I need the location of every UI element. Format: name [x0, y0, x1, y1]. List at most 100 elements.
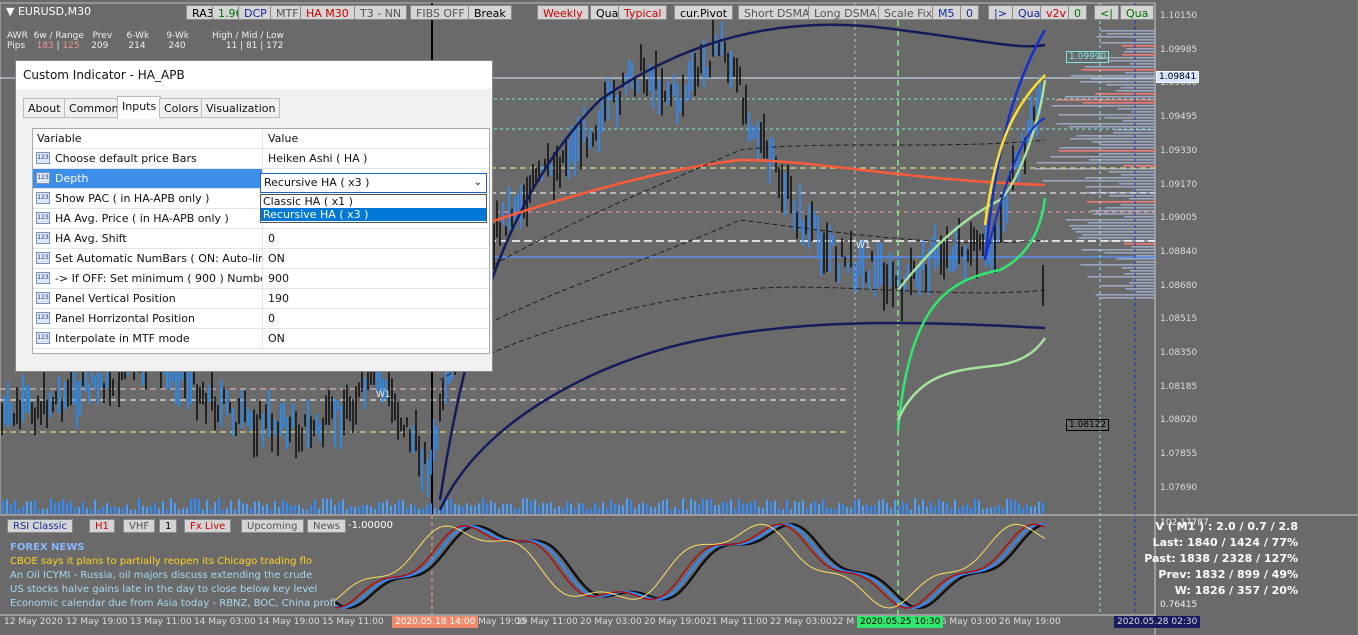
- toolbar-button-22[interactable]: Qua: [1120, 5, 1155, 20]
- header-value[interactable]: Value: [263, 129, 489, 148]
- inputs-grid: Variable Value Choose default price Bars…: [32, 128, 490, 354]
- stats-header: AWR 6w / Range Prev 6-Wk 9-Wk High / Mid…: [7, 31, 284, 41]
- toolbar-button-7[interactable]: Break: [468, 5, 512, 20]
- news-item[interactable]: CBOE says it plans to partially reopen i…: [10, 556, 312, 567]
- collapse-triangle-icon[interactable]: ▼: [6, 5, 18, 18]
- toolbar-button-16[interactable]: 0: [960, 5, 979, 20]
- tab-colors[interactable]: Colors: [159, 98, 204, 118]
- input-value[interactable]: 0: [263, 309, 489, 328]
- input-value[interactable]: 190: [263, 289, 489, 308]
- input-row[interactable]: Interpolate in MTF mode 123 ON: [33, 329, 489, 349]
- tab-inputs[interactable]: Inputs: [117, 96, 162, 119]
- header-variable[interactable]: Variable: [33, 129, 263, 148]
- depth-option-classic[interactable]: Classic HA ( x1 ): [261, 195, 486, 208]
- stats-values: Pips 183 | 125 209 214 240 11 | 81 | 172: [7, 41, 284, 51]
- toolbar-button-2[interactable]: DCP: [238, 5, 273, 20]
- time-marker-mid: 2020.05.25 10:30: [857, 616, 944, 628]
- number-param-icon: 123: [36, 152, 50, 164]
- number-param-icon: 123: [36, 252, 50, 264]
- toolbar-button-15[interactable]: M5: [932, 5, 961, 20]
- toolbar-button-6[interactable]: FIBS OFF: [410, 5, 471, 20]
- time-tick: 19 May 11:00: [516, 617, 578, 627]
- sub-button-4[interactable]: Fx Live: [184, 519, 232, 533]
- price-tick: 1.07690: [1160, 482, 1198, 493]
- number-param-icon: 123: [36, 292, 50, 304]
- toolbar-button-8[interactable]: Weekly: [537, 5, 589, 20]
- input-value[interactable]: 0: [263, 229, 489, 248]
- input-row[interactable]: Panel Horrizontal Position 123 0: [33, 309, 489, 329]
- toolbar-button-4[interactable]: HA M30: [300, 5, 355, 20]
- toolbar-button-13[interactable]: Long DSMA: [808, 5, 883, 20]
- number-param-icon: 123: [36, 212, 50, 224]
- number-param-icon: 123: [36, 312, 50, 324]
- price-tick: 1.09495: [1160, 112, 1198, 123]
- input-value[interactable]: ON: [263, 249, 489, 268]
- number-param-icon: 123: [36, 332, 50, 344]
- time-tick: 12 May 2020: [4, 617, 63, 627]
- toolbar-button-14[interactable]: Scale Fix: [878, 5, 939, 20]
- sub-button-0[interactable]: RSI Classic: [7, 519, 74, 533]
- current-price-label: 1.09841: [1156, 71, 1200, 83]
- news-item[interactable]: Economic calendar due from Asia today - …: [10, 598, 336, 609]
- time-marker-right: 2020.05.28 02:30: [1114, 616, 1201, 628]
- toolbar-button-10[interactable]: Typical: [618, 5, 668, 20]
- toolbar-button-12[interactable]: Short DSMA: [738, 5, 816, 20]
- toolbar-button-11[interactable]: cur.Pivot: [674, 5, 734, 20]
- toolbar-button-20[interactable]: 0: [1068, 5, 1087, 20]
- tab-common[interactable]: Common: [64, 98, 124, 118]
- input-row[interactable]: Panel Vertical Position 123 190: [33, 289, 489, 309]
- depth-option-recursive[interactable]: Recursive HA ( x3 ): [261, 208, 486, 221]
- w1-label-2: W1: [856, 241, 871, 251]
- w1-label: W1: [376, 390, 391, 400]
- time-tick: 14 May 19:00: [258, 617, 320, 627]
- input-row[interactable]: HA Avg. Shift 123 0: [33, 229, 489, 249]
- price-tick: 1.07855: [1160, 449, 1198, 460]
- number-param-icon: 123: [36, 232, 50, 244]
- input-value[interactable]: Heiken Ashi ( HA ): [263, 149, 489, 168]
- depth-select[interactable]: Recursive HA ( x3 ) ⌄: [260, 173, 487, 193]
- price-tick: 1.08020: [1160, 415, 1198, 426]
- symbol-label: ▼ EURUSD,M30: [6, 5, 92, 18]
- price-tick: 1.08185: [1160, 381, 1198, 392]
- custom-indicator-dialog: Custom Indicator - HA_APB About Common I…: [15, 60, 493, 372]
- volume-stat-line: Past: 1838 / 2328 / 127%: [1144, 552, 1298, 565]
- volume-stat-line: Last: 1840 / 1424 / 77%: [1152, 536, 1298, 549]
- tab-about[interactable]: About: [23, 98, 66, 118]
- input-value[interactable]: ON: [263, 329, 489, 348]
- input-variable: Panel Horrizontal Position: [33, 309, 263, 328]
- price-tick: 1.10150: [1160, 11, 1198, 21]
- input-row[interactable]: Set Automatic NumBars ( ON: Auto-limit .…: [33, 249, 489, 269]
- sub-button-6[interactable]: News: [307, 519, 347, 533]
- lower-level-label: 1.08122: [1066, 419, 1110, 431]
- input-value[interactable]: 900: [263, 269, 489, 288]
- time-tick: 15 May 11:00: [322, 617, 384, 627]
- time-tick: 14 May 03:00: [194, 617, 256, 627]
- sub-button-2[interactable]: VHF: [123, 519, 156, 533]
- number-param-icon: 123: [36, 272, 50, 284]
- time-tick: 21 May 11:00: [706, 617, 768, 627]
- input-row[interactable]: -> If OFF: Set minimum ( 900 ) Number of…: [33, 269, 489, 289]
- news-item[interactable]: US stocks halve gains late in the day to…: [10, 584, 317, 595]
- toolbar-button-21[interactable]: <|: [1094, 5, 1119, 20]
- chevron-down-icon[interactable]: ⌄: [474, 174, 482, 192]
- sub-button-1[interactable]: H1: [89, 519, 115, 533]
- sub-button-5[interactable]: Upcoming: [241, 519, 304, 533]
- input-variable: Panel Vertical Position: [33, 289, 263, 308]
- time-tick: 13 May 11:00: [130, 617, 192, 627]
- input-row[interactable]: Choose default price Bars 123 Heiken Ashi …: [33, 149, 489, 169]
- input-variable: Interpolate in MTF mode: [33, 329, 263, 348]
- time-tick: 22 M: [832, 617, 855, 627]
- input-variable: Depth: [33, 169, 263, 188]
- tab-visualization[interactable]: Visualization: [201, 98, 281, 118]
- upper-level-label: 1.09990: [1066, 51, 1110, 63]
- volume-stat-line: Prev: 1832 / 899 / 49%: [1158, 568, 1298, 581]
- depth-select-value: Recursive HA ( x3 ): [264, 176, 370, 189]
- volume-stat-line: V ( M1 ) : 2.0 / 0.7 / 2.8: [1155, 520, 1298, 533]
- sub-button-3[interactable]: 1: [159, 519, 178, 533]
- input-variable: Set Automatic NumBars ( ON: Auto-limit .…: [33, 249, 263, 268]
- news-item[interactable]: An Oil ICYMI - Russia, oil majors discus…: [10, 570, 312, 581]
- toolbar-button-5[interactable]: T3 - NN: [354, 5, 408, 20]
- toolbar-button-17[interactable]: |>: [988, 5, 1013, 20]
- price-tick: 1.09330: [1160, 145, 1198, 156]
- price-tick: 1.08840: [1160, 246, 1198, 257]
